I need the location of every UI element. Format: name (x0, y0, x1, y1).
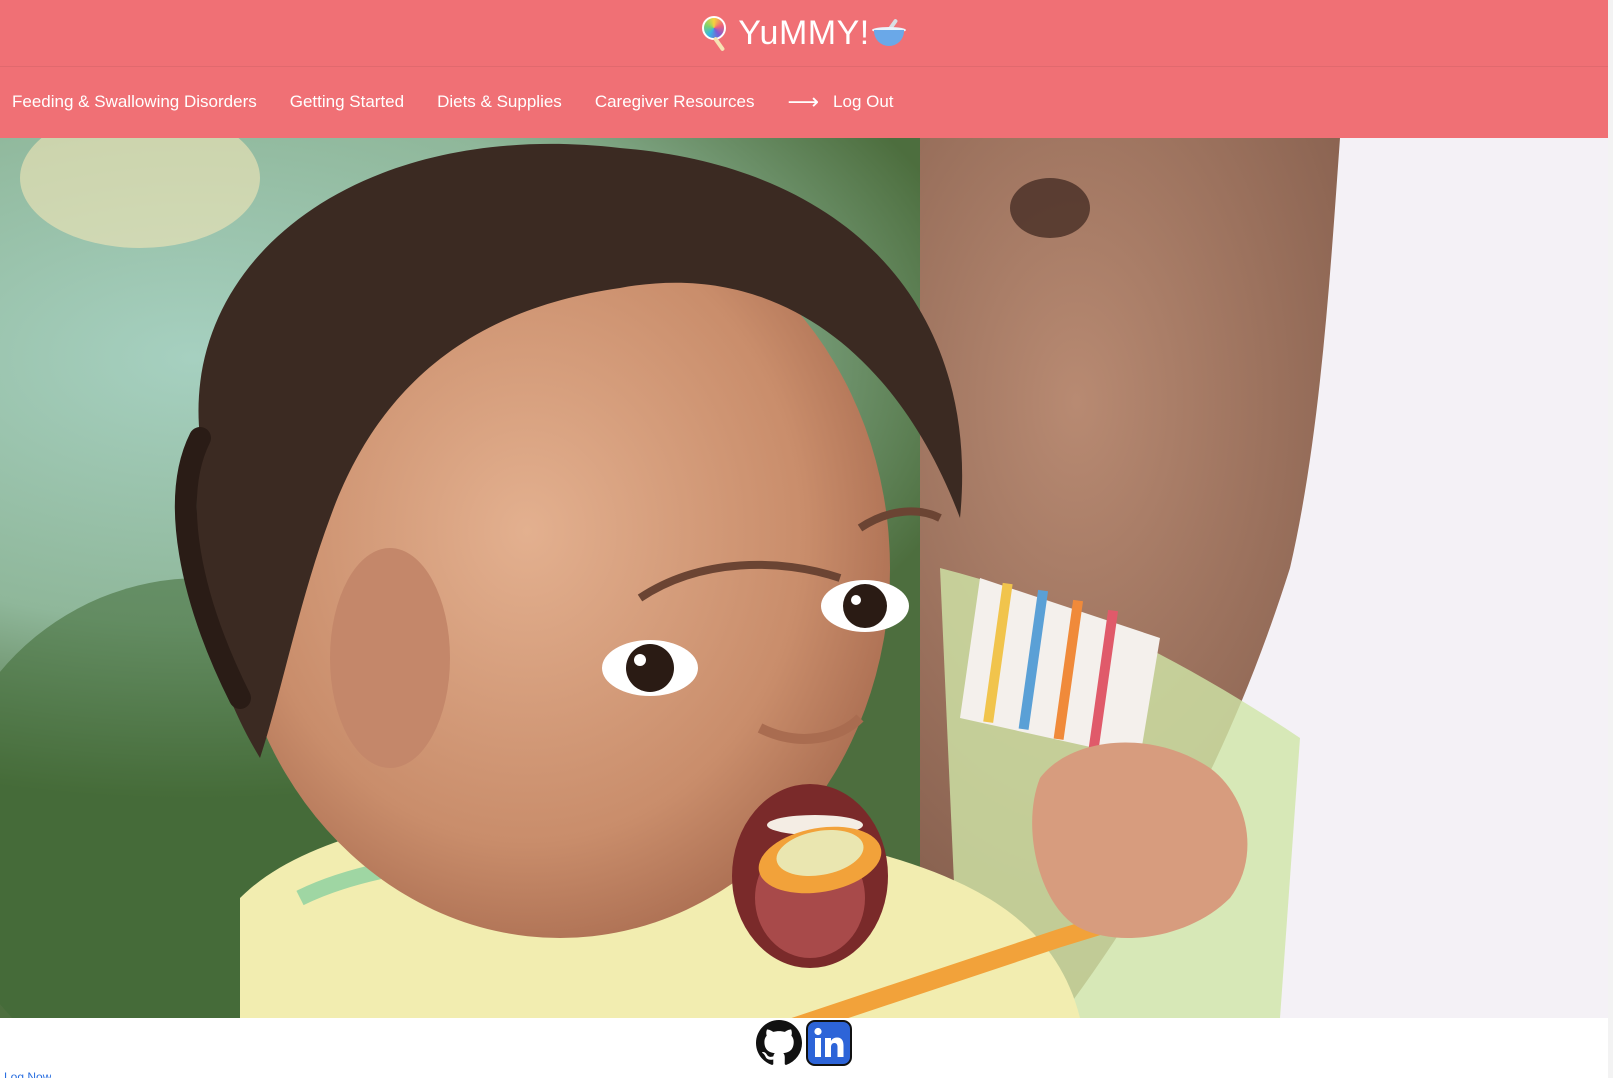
site-header: YuMMY! Feeding & Swallowing Disorders Ge… (0, 0, 1608, 138)
nav-item-getting-started[interactable]: Getting Started (290, 92, 404, 112)
nav-item-feeding-swallowing-disorders[interactable]: Feeding & Swallowing Disorders (12, 92, 257, 112)
arrow-right-icon: ⟶ (787, 89, 820, 114)
scrollbar[interactable] (1608, 0, 1613, 1078)
main-nav: Feeding & Swallowing Disorders Getting S… (0, 67, 1608, 137)
logout-label: Log Out (833, 92, 894, 111)
footer-link[interactable]: Log Now (4, 1068, 51, 1078)
title-bar: YuMMY! (0, 0, 1608, 67)
nav-item-caregiver-resources[interactable]: Caregiver Resources (595, 92, 755, 112)
nav-item-diets-supplies[interactable]: Diets & Supplies (437, 92, 562, 112)
lollipop-icon (700, 16, 730, 52)
bowl-with-spoon-icon (871, 18, 908, 48)
social-links (0, 1018, 1608, 1068)
hero-photo (0, 138, 1608, 1018)
logout-button[interactable]: ⟶ Log Out (788, 91, 894, 113)
linkedin-icon[interactable] (806, 1020, 852, 1066)
github-icon[interactable] (756, 1020, 802, 1066)
page: YuMMY! Feeding & Swallowing Disorders Ge… (0, 0, 1613, 1078)
site-title[interactable]: YuMMY! (738, 14, 869, 53)
